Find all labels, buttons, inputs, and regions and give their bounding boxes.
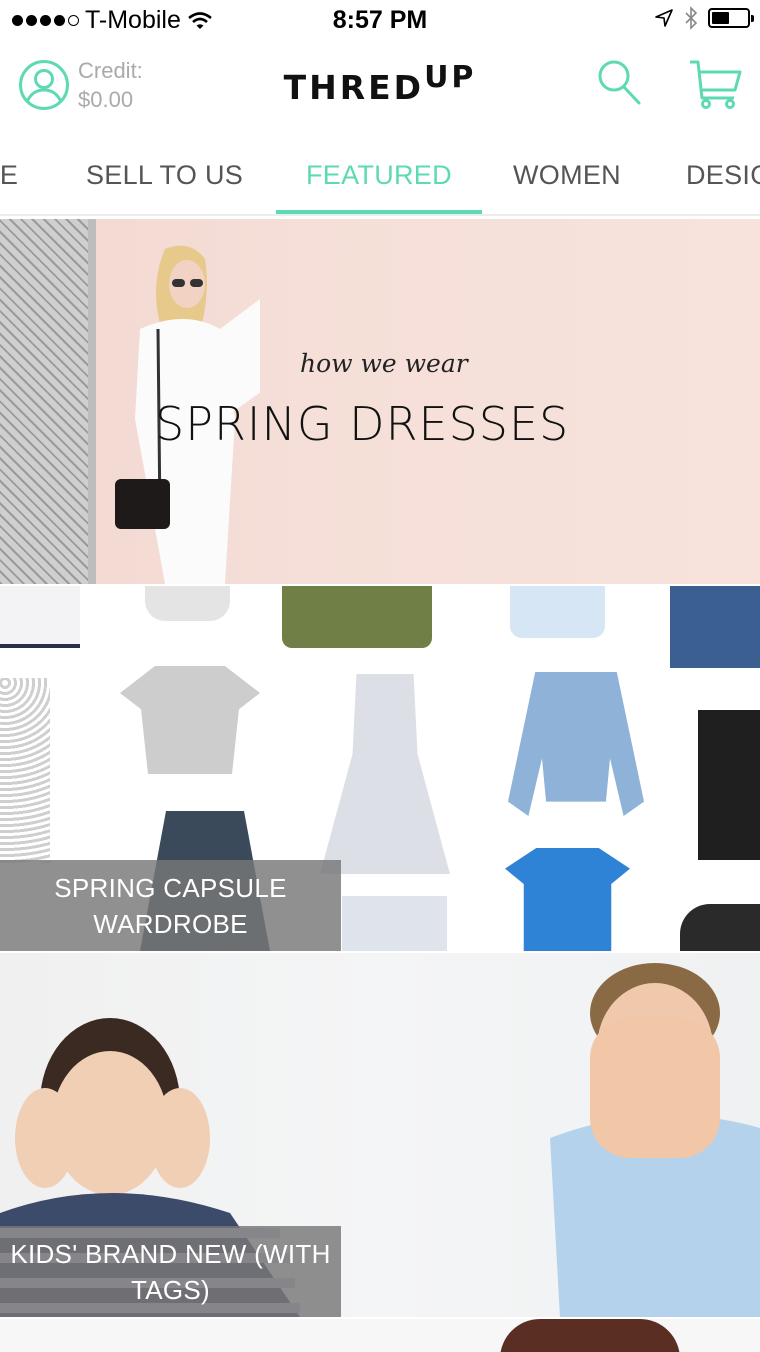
patterned-dress-image <box>0 678 50 863</box>
app-header: Credit: $0.00 THREDUP <box>0 40 760 140</box>
search-button[interactable] <box>596 58 644 113</box>
status-right <box>654 6 754 30</box>
location-arrow-icon <box>655 9 673 27</box>
capsule-wardrobe-label: SPRING CAPSULE WARDROBE <box>0 860 341 951</box>
tab-women[interactable]: WOMEN <box>513 160 621 191</box>
denim-jacket-image <box>508 672 644 816</box>
kids-brand-new-banner[interactable]: KIDS' BRAND NEW (WITH TAGS) <box>0 953 760 1317</box>
light-skirt-image <box>342 896 447 951</box>
bluetooth-icon <box>685 6 698 30</box>
white-sweater-image <box>0 586 80 648</box>
logo-sup: UP <box>424 60 477 95</box>
hero-subtitle: how we wear <box>300 349 468 378</box>
woman-hair-image <box>500 1319 680 1352</box>
hero-title: SPRING DRESSES <box>155 397 570 451</box>
spring-dresses-banner[interactable]: how we wear SPRING DRESSES <box>0 219 760 584</box>
tab-featured[interactable]: FEATURED <box>306 160 452 191</box>
status-bar: T-Mobile 8:57 PM <box>0 0 760 40</box>
logo-main: THRED <box>283 68 425 107</box>
battery-icon <box>708 8 754 28</box>
light-grey-dress-image <box>320 674 450 874</box>
black-skirt-image <box>698 710 760 860</box>
spring-capsule-wardrobe-banner[interactable]: SPRING CAPSULE WARDROBE <box>0 586 760 951</box>
next-banner-partial[interactable] <box>0 1319 760 1352</box>
tab-designer[interactable]: DESIGNER <box>686 160 760 191</box>
grey-top-image <box>145 586 230 621</box>
category-tabs: SALE SELL TO US FEATURED WOMEN DESIGNER <box>0 140 760 216</box>
light-blue-shirt-image <box>510 586 605 638</box>
active-tab-indicator <box>276 210 482 214</box>
leather-jacket-image <box>680 904 760 951</box>
blue-lace-top-image <box>505 848 630 951</box>
search-icon <box>598 60 641 105</box>
cart-button[interactable] <box>688 58 744 115</box>
green-jacket-image <box>282 586 432 648</box>
status-time: 8:57 PM <box>332 6 428 34</box>
kids-brand-new-label: KIDS' BRAND NEW (WITH TAGS) <box>0 1226 341 1317</box>
boy-image <box>550 963 760 1317</box>
iron-gate-image <box>0 219 96 584</box>
grey-tshirt-image <box>120 666 260 774</box>
denim-shirt-image <box>670 586 760 668</box>
shopping-cart-icon <box>690 60 742 109</box>
thredup-logo[interactable]: THREDUP <box>0 60 760 107</box>
tab-sell-to-us[interactable]: SELL TO US <box>86 160 243 191</box>
tab-sale[interactable]: SALE <box>0 160 18 191</box>
